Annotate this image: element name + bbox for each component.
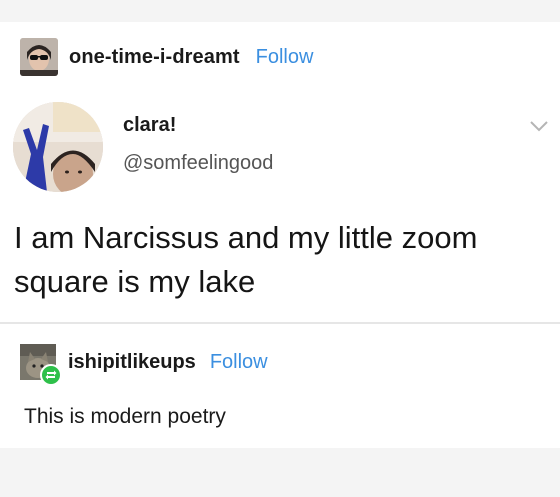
tweet-avatar-image [13, 102, 103, 192]
avatar-image [20, 38, 58, 76]
follow-button[interactable]: Follow [256, 46, 314, 69]
reblog-user-avatar[interactable] [20, 344, 62, 386]
reblog-arrows-icon [45, 370, 57, 380]
reblog-comment: This is modern poetry [24, 405, 226, 428]
bottom-background-band [0, 448, 560, 497]
tweet-display-name[interactable]: clara! [123, 114, 176, 137]
reblog-icon [40, 364, 62, 386]
divider [0, 322, 560, 324]
top-background-band [0, 0, 560, 22]
post-username[interactable]: one-time-i-dreamt [69, 46, 240, 69]
chevron-down-icon[interactable] [528, 117, 550, 135]
reblog-header: ishipitlikeups Follow [20, 342, 268, 386]
tweet-avatar[interactable] [13, 102, 103, 192]
post-header: one-time-i-dreamt Follow [20, 37, 313, 77]
tweet-text: I am Narcissus and my little zoom square… [14, 220, 478, 299]
tweet-handle[interactable]: @somfeelingood [123, 152, 273, 175]
user-avatar[interactable] [20, 38, 58, 76]
reblog-username[interactable]: ishipitlikeups [68, 351, 196, 374]
reblog-follow-button[interactable]: Follow [210, 351, 268, 374]
